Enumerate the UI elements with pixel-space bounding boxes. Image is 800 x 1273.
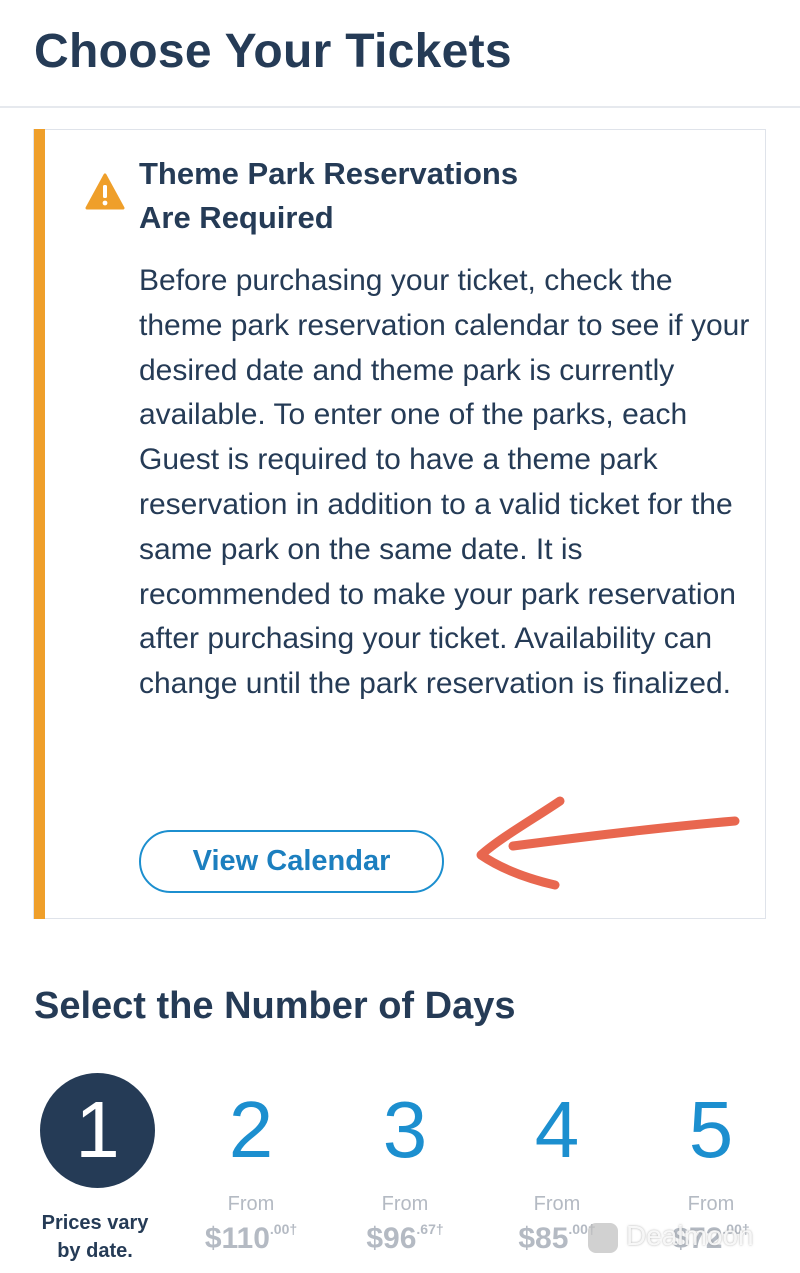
day-number: 5 <box>688 1085 734 1174</box>
alert-heading-line2: Are Required <box>139 200 334 235</box>
price: $96.67† <box>330 1221 480 1256</box>
day-option-3[interactable]: 3 From $96.67† <box>330 1073 480 1273</box>
from-label: From <box>381 1193 429 1215</box>
warning-icon <box>85 173 125 210</box>
day-option-1[interactable]: 1 Prices vary by date. <box>40 1073 190 1273</box>
alert-accent-bar <box>34 129 45 919</box>
alert-heading: Theme Park Reservations Are Required <box>139 152 739 240</box>
price-dollars: $85 <box>518 1222 569 1255</box>
alert-body-text: Before purchasing your ticket, check the… <box>139 264 750 701</box>
day-option-2[interactable]: 2 From $110.00† <box>176 1073 326 1273</box>
alert-heading-line1: Theme Park Reservations <box>139 156 519 191</box>
day-number: 3 <box>382 1085 428 1174</box>
view-calendar-button[interactable]: View Calendar <box>139 830 444 893</box>
day-number: 4 <box>534 1085 580 1174</box>
day-number: 2 <box>228 1085 274 1174</box>
price-note-line1: Prices vary <box>41 1212 149 1234</box>
page-title: Choose Your Tickets <box>34 25 512 78</box>
watermark-logo-icon <box>588 1222 618 1253</box>
from-label: From <box>227 1193 275 1215</box>
watermark-text: Dealmoon <box>626 1220 754 1251</box>
title-divider <box>0 106 800 108</box>
from-label: From <box>687 1193 735 1215</box>
price-dollars: $96 <box>366 1222 417 1255</box>
price-note-line2: by date. <box>57 1240 133 1262</box>
day-number: 1 <box>75 1085 120 1174</box>
price: $110.00† <box>176 1221 326 1256</box>
price-cents: .67† <box>416 1221 444 1237</box>
from-label: From <box>533 1193 581 1215</box>
select-days-heading: Select the Number of Days <box>34 985 516 1027</box>
hand-drawn-arrow-annotation <box>476 796 740 890</box>
watermark: Dealmoon <box>588 1220 754 1253</box>
price-note: Prices vary by date. <box>20 1209 170 1265</box>
price-dollars: $110 <box>204 1222 270 1255</box>
price-cents: .00† <box>269 1221 298 1237</box>
